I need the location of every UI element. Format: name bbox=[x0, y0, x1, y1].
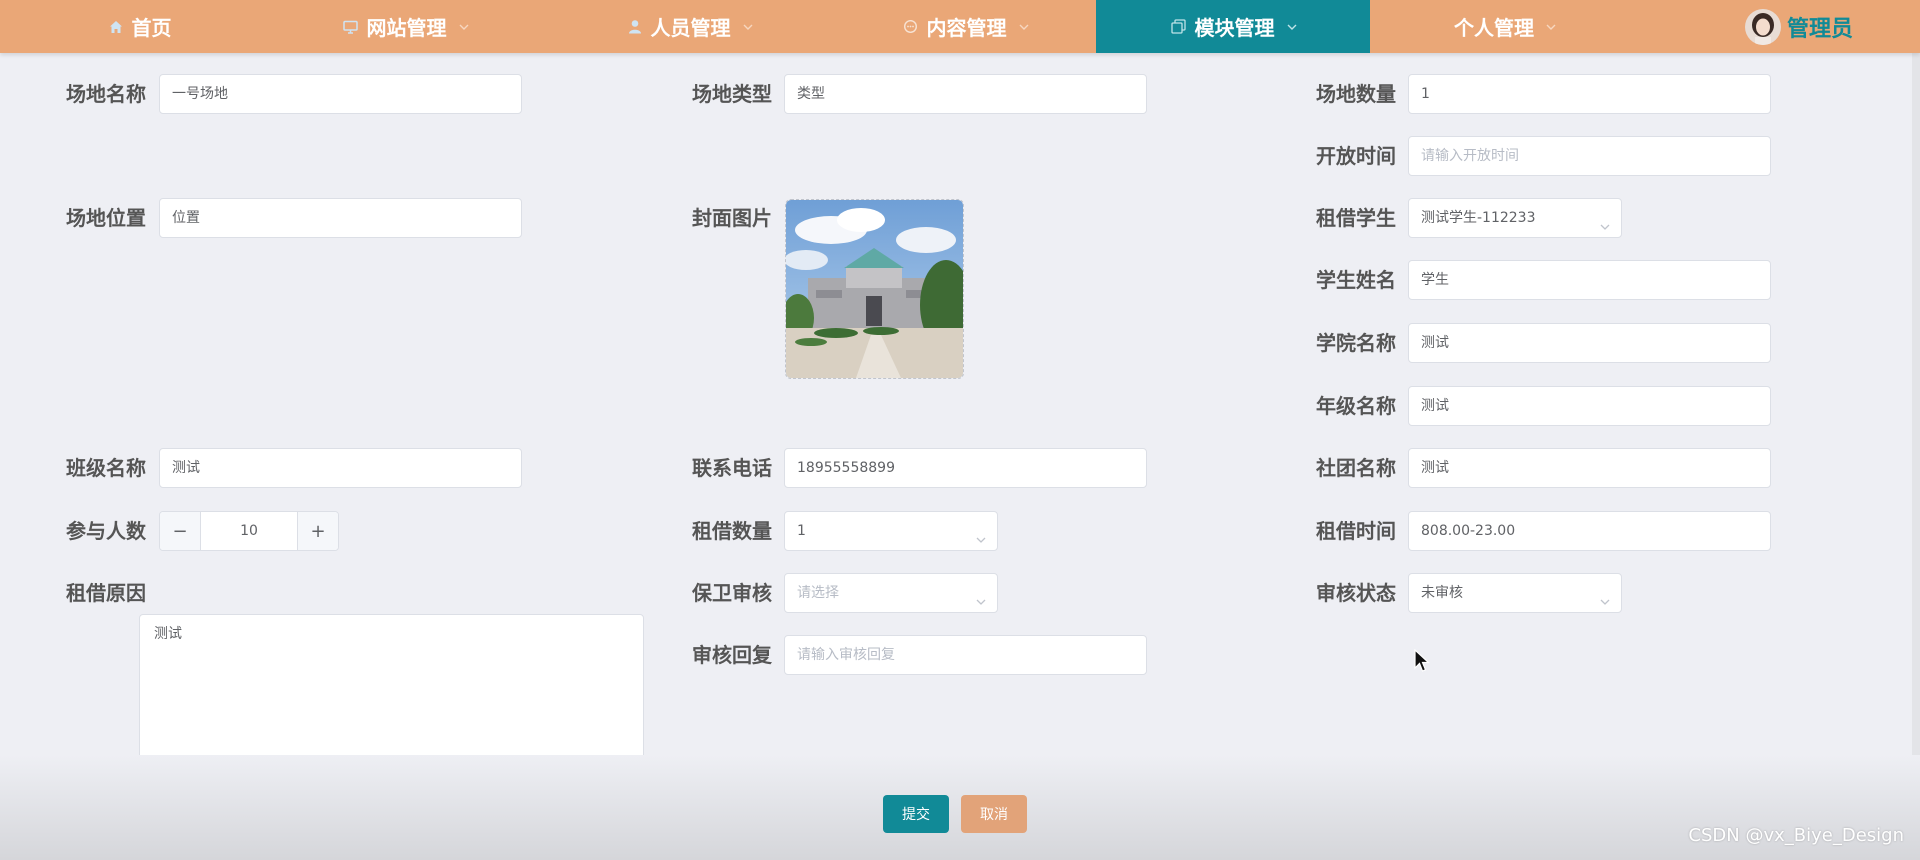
cover-image[interactable] bbox=[785, 199, 964, 379]
grade-name-input[interactable]: 测试 bbox=[1408, 386, 1771, 426]
chevron-down-icon bbox=[1546, 24, 1556, 30]
class-name-input[interactable]: 测试 bbox=[159, 448, 522, 488]
copy-icon bbox=[1170, 18, 1188, 36]
nav-module-mgmt[interactable]: 模块管理 bbox=[1096, 0, 1370, 53]
chat-icon bbox=[902, 18, 920, 36]
class-name-label: 班级名称 bbox=[66, 456, 146, 480]
venue-name-label: 场地名称 bbox=[66, 82, 146, 106]
review-status-value: 未审核 bbox=[1421, 585, 1463, 601]
page-scrollbar[interactable] bbox=[1912, 53, 1920, 860]
open-time-input[interactable]: 请输入开放时间 bbox=[1408, 136, 1771, 176]
chevron-down-icon bbox=[743, 24, 753, 30]
college-name-input[interactable]: 测试 bbox=[1408, 323, 1771, 363]
rent-qty-label: 租借数量 bbox=[692, 519, 772, 543]
nav-personal-mgmt[interactable]: 个人管理 bbox=[1420, 0, 1590, 53]
review-reply-label: 审核回复 bbox=[692, 643, 772, 667]
nav-website-mgmt-label: 网站管理 bbox=[366, 16, 447, 40]
rent-time-label: 租借时间 bbox=[1316, 519, 1396, 543]
rent-reason-text: 测试 bbox=[154, 626, 182, 642]
security-review-label: 保卫审核 bbox=[692, 581, 772, 605]
watermark: CSDN @vx_Biye_Design bbox=[1688, 825, 1904, 846]
venue-name-input[interactable]: 一号场地 bbox=[159, 74, 522, 114]
rent-reason-textarea[interactable]: 测试 bbox=[139, 614, 644, 773]
phone-input[interactable]: 18955558899 bbox=[784, 448, 1147, 488]
user-menu[interactable]: 管理员 bbox=[1745, 0, 1853, 53]
grade-name-label: 年级名称 bbox=[1316, 394, 1396, 418]
renter-student-select[interactable]: 测试学生-112233 bbox=[1408, 198, 1622, 238]
renter-student-label: 租借学生 bbox=[1316, 206, 1396, 230]
nav-module-mgmt-label: 模块管理 bbox=[1194, 16, 1275, 40]
nav-home-label: 首页 bbox=[131, 16, 172, 40]
venue-count-input[interactable]: 1 bbox=[1408, 74, 1771, 114]
chevron-down-icon bbox=[975, 523, 987, 550]
review-status-label: 审核状态 bbox=[1316, 581, 1396, 605]
review-reply-placeholder: 请输入审核回复 bbox=[797, 647, 895, 663]
cancel-button[interactable]: 取消 bbox=[961, 795, 1027, 833]
review-status-select[interactable]: 未审核 bbox=[1408, 573, 1622, 613]
club-name-label: 社团名称 bbox=[1316, 456, 1396, 480]
club-name-input[interactable]: 测试 bbox=[1408, 448, 1771, 488]
rent-qty-value: 1 bbox=[797, 523, 806, 539]
security-review-select[interactable]: 请选择 bbox=[784, 573, 998, 613]
nav-people-mgmt[interactable]: 人员管理 bbox=[604, 0, 774, 53]
nav-content-mgmt-label: 内容管理 bbox=[926, 16, 1007, 40]
monitor-icon bbox=[342, 18, 360, 36]
renter-student-value: 测试学生-112233 bbox=[1421, 210, 1536, 226]
review-reply-input[interactable]: 请输入审核回复 bbox=[784, 635, 1147, 675]
security-review-placeholder: 请选择 bbox=[797, 585, 839, 601]
rent-reason-label: 租借原因 bbox=[66, 581, 146, 605]
venue-location-input[interactable]: 位置 bbox=[159, 198, 522, 238]
venue-count-label: 场地数量 bbox=[1316, 82, 1396, 106]
footer-area bbox=[0, 755, 1920, 860]
student-name-label: 学生姓名 bbox=[1316, 268, 1396, 292]
venue-type-label: 场地类型 bbox=[692, 82, 772, 106]
chevron-down-icon bbox=[1287, 24, 1297, 30]
venue-type-input[interactable]: 类型 bbox=[784, 74, 1147, 114]
college-name-label: 学院名称 bbox=[1316, 331, 1396, 355]
mouse-cursor-icon bbox=[1414, 648, 1431, 677]
phone-label: 联系电话 bbox=[692, 456, 772, 480]
cover-image-label: 封面图片 bbox=[692, 206, 772, 230]
nav-website-mgmt[interactable]: 网站管理 bbox=[320, 0, 490, 53]
chevron-down-icon bbox=[975, 585, 987, 612]
rent-time-input[interactable]: 808.00-23.00 bbox=[1408, 511, 1771, 551]
chevron-down-icon bbox=[1599, 585, 1611, 612]
avatar[interactable] bbox=[1745, 8, 1781, 45]
home-icon bbox=[107, 18, 125, 36]
open-time-placeholder: 请输入开放时间 bbox=[1421, 148, 1519, 164]
submit-button[interactable]: 提交 bbox=[883, 795, 949, 833]
user-name[interactable]: 管理员 bbox=[1787, 11, 1853, 43]
venue-location-label: 场地位置 bbox=[66, 206, 146, 230]
chevron-down-icon bbox=[1599, 210, 1611, 237]
nav-home[interactable]: 首页 bbox=[84, 0, 194, 53]
participants-value[interactable]: 10 bbox=[201, 512, 297, 550]
decrement-button[interactable]: − bbox=[160, 512, 201, 550]
chevron-down-icon bbox=[459, 24, 469, 30]
top-nav: 首页 网站管理 人员管理 内容管理 模块管理 个人管理 管理员 bbox=[0, 0, 1920, 53]
user-icon bbox=[626, 18, 644, 36]
open-time-label: 开放时间 bbox=[1316, 144, 1396, 168]
nav-content-mgmt[interactable]: 内容管理 bbox=[880, 0, 1050, 53]
increment-button[interactable]: + bbox=[297, 512, 338, 550]
participants-label: 参与人数 bbox=[66, 519, 146, 543]
student-name-input[interactable]: 学生 bbox=[1408, 260, 1771, 300]
nav-people-mgmt-label: 人员管理 bbox=[650, 16, 731, 40]
chevron-down-icon bbox=[1019, 24, 1029, 30]
participants-stepper[interactable]: − 10 + bbox=[159, 511, 339, 551]
rent-qty-select[interactable]: 1 bbox=[784, 511, 998, 551]
nav-personal-mgmt-label: 个人管理 bbox=[1454, 16, 1534, 40]
